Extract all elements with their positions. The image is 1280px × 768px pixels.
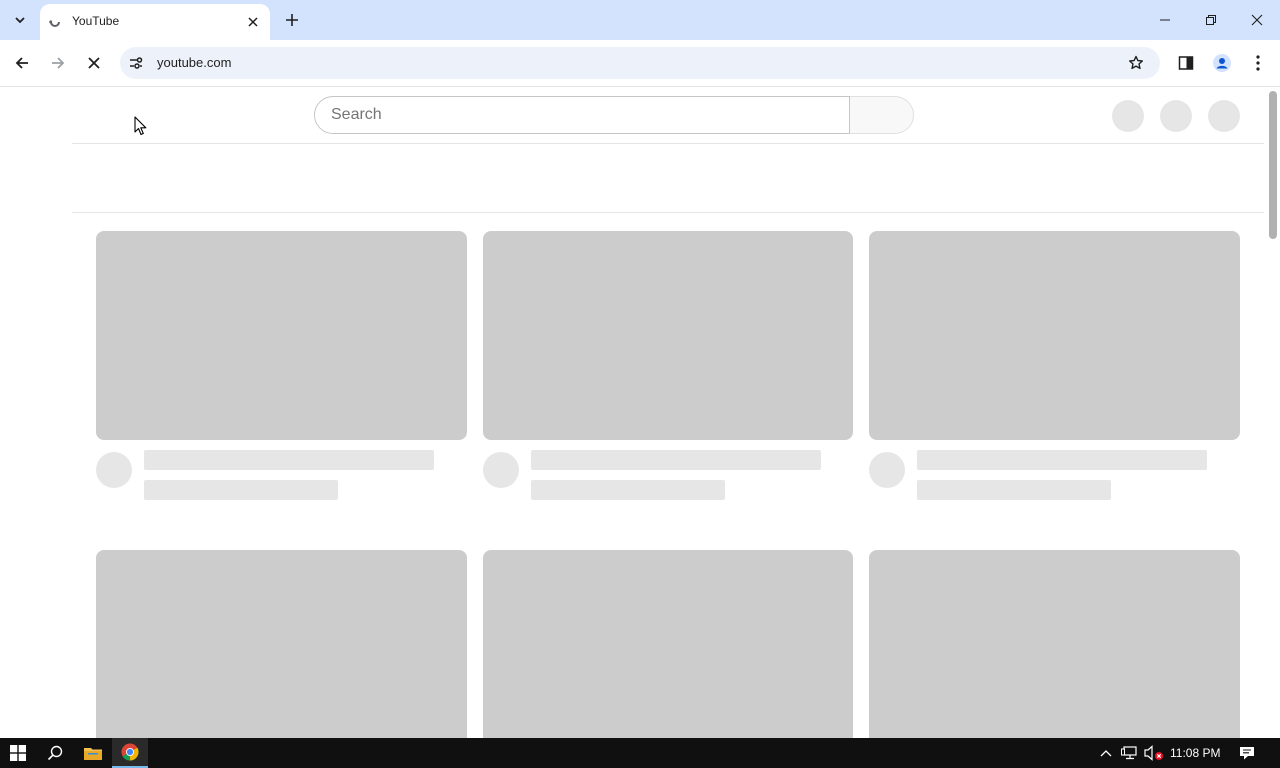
more-vert-icon <box>1256 55 1260 71</box>
channel-avatar-placeholder <box>869 452 905 488</box>
search-icon <box>47 745 63 761</box>
thumbnail-placeholder <box>96 231 467 440</box>
minimize-icon <box>1160 19 1170 21</box>
search-button[interactable] <box>850 96 914 134</box>
close-icon <box>88 57 100 69</box>
title-placeholder <box>144 450 434 470</box>
thumbnail-placeholder <box>483 231 853 440</box>
title-placeholder <box>531 450 821 470</box>
search-placeholder: Search <box>331 106 382 123</box>
chrome-logo-icon <box>121 743 139 761</box>
chrome-menu-button[interactable] <box>1243 48 1273 78</box>
site-info-icon[interactable] <box>129 56 143 70</box>
search-input[interactable]: Search <box>314 96 850 134</box>
chevron-up-icon <box>1100 750 1112 757</box>
title-placeholder <box>917 450 1207 470</box>
thumbnail-placeholder <box>869 550 1240 738</box>
taskbar-chrome[interactable] <box>112 738 148 768</box>
url-text[interactable]: youtube.com <box>157 55 231 70</box>
chevron-down-icon <box>15 17 25 24</box>
page-scrollbar[interactable] <box>1266 87 1280 738</box>
close-window-button[interactable] <box>1234 0 1280 40</box>
video-card-placeholder[interactable] <box>869 231 1240 511</box>
header-icon-placeholder[interactable] <box>1160 100 1192 132</box>
restore-icon <box>1206 15 1216 25</box>
action-center-button[interactable] <box>1232 738 1262 768</box>
tab-close-button[interactable] <box>244 13 262 31</box>
video-card-placeholder[interactable] <box>869 550 1240 738</box>
chips-divider <box>72 212 1264 213</box>
video-card-placeholder[interactable] <box>96 550 467 738</box>
speaker-muted-icon <box>1144 745 1163 761</box>
header-icon-placeholder[interactable] <box>1208 100 1240 132</box>
tab-title: YouTube <box>72 14 120 28</box>
arrow-left-icon <box>15 57 28 69</box>
video-card-placeholder[interactable] <box>96 231 467 511</box>
browser-tab-youtube[interactable]: YouTube <box>40 4 270 40</box>
scrollbar-thumb[interactable] <box>1269 91 1277 239</box>
meta-placeholder <box>144 480 338 500</box>
taskbar-clock[interactable]: 11:08 PM <box>1170 746 1220 760</box>
show-hidden-icons-button[interactable] <box>1096 738 1116 768</box>
profile-avatar-icon <box>1213 54 1231 72</box>
thumbnail-placeholder <box>869 231 1240 440</box>
side-panel-icon <box>1178 56 1194 70</box>
address-bar[interactable]: youtube.com <box>120 47 1160 79</box>
taskbar: 11:08 PM <box>0 738 1280 768</box>
restore-button[interactable] <box>1188 0 1234 40</box>
new-tab-button[interactable] <box>280 8 304 32</box>
notification-icon <box>1240 747 1254 760</box>
header-icon-placeholder[interactable] <box>1112 100 1144 132</box>
taskbar-search-button[interactable] <box>38 738 72 768</box>
back-button[interactable] <box>7 48 37 78</box>
profile-button[interactable] <box>1207 48 1237 78</box>
mouse-cursor-icon <box>134 116 147 136</box>
tab-search-button[interactable] <box>8 8 32 32</box>
stop-loading-button[interactable] <box>79 48 109 78</box>
channel-avatar-placeholder <box>483 452 519 488</box>
volume-status[interactable] <box>1142 738 1166 768</box>
forward-button[interactable] <box>43 48 73 78</box>
windows-logo-icon <box>10 745 26 761</box>
video-card-placeholder[interactable] <box>483 550 853 738</box>
video-card-placeholder[interactable] <box>483 231 853 511</box>
plus-icon <box>286 14 298 26</box>
thumbnail-placeholder <box>483 550 853 738</box>
loading-favicon-icon <box>49 17 60 27</box>
folder-icon <box>84 748 102 760</box>
close-icon <box>1251 14 1263 26</box>
network-icon <box>1121 746 1137 760</box>
network-status[interactable] <box>1118 738 1140 768</box>
taskbar-file-explorer[interactable] <box>76 738 110 768</box>
browser-toolbar: youtube.com <box>0 40 1280 87</box>
bookmark-star-icon[interactable] <box>1128 55 1144 71</box>
close-icon <box>248 17 258 27</box>
channel-avatar-placeholder <box>96 452 132 488</box>
minimize-button[interactable] <box>1142 0 1188 40</box>
side-panel-button[interactable] <box>1171 48 1201 78</box>
page-content: Search <box>0 87 1280 738</box>
tab-strip: YouTube <box>0 0 1280 40</box>
start-button[interactable] <box>2 738 34 768</box>
header-divider <box>72 143 1264 144</box>
thumbnail-placeholder <box>96 550 467 738</box>
meta-placeholder <box>531 480 725 500</box>
arrow-right-icon <box>52 57 65 69</box>
meta-placeholder <box>917 480 1111 500</box>
